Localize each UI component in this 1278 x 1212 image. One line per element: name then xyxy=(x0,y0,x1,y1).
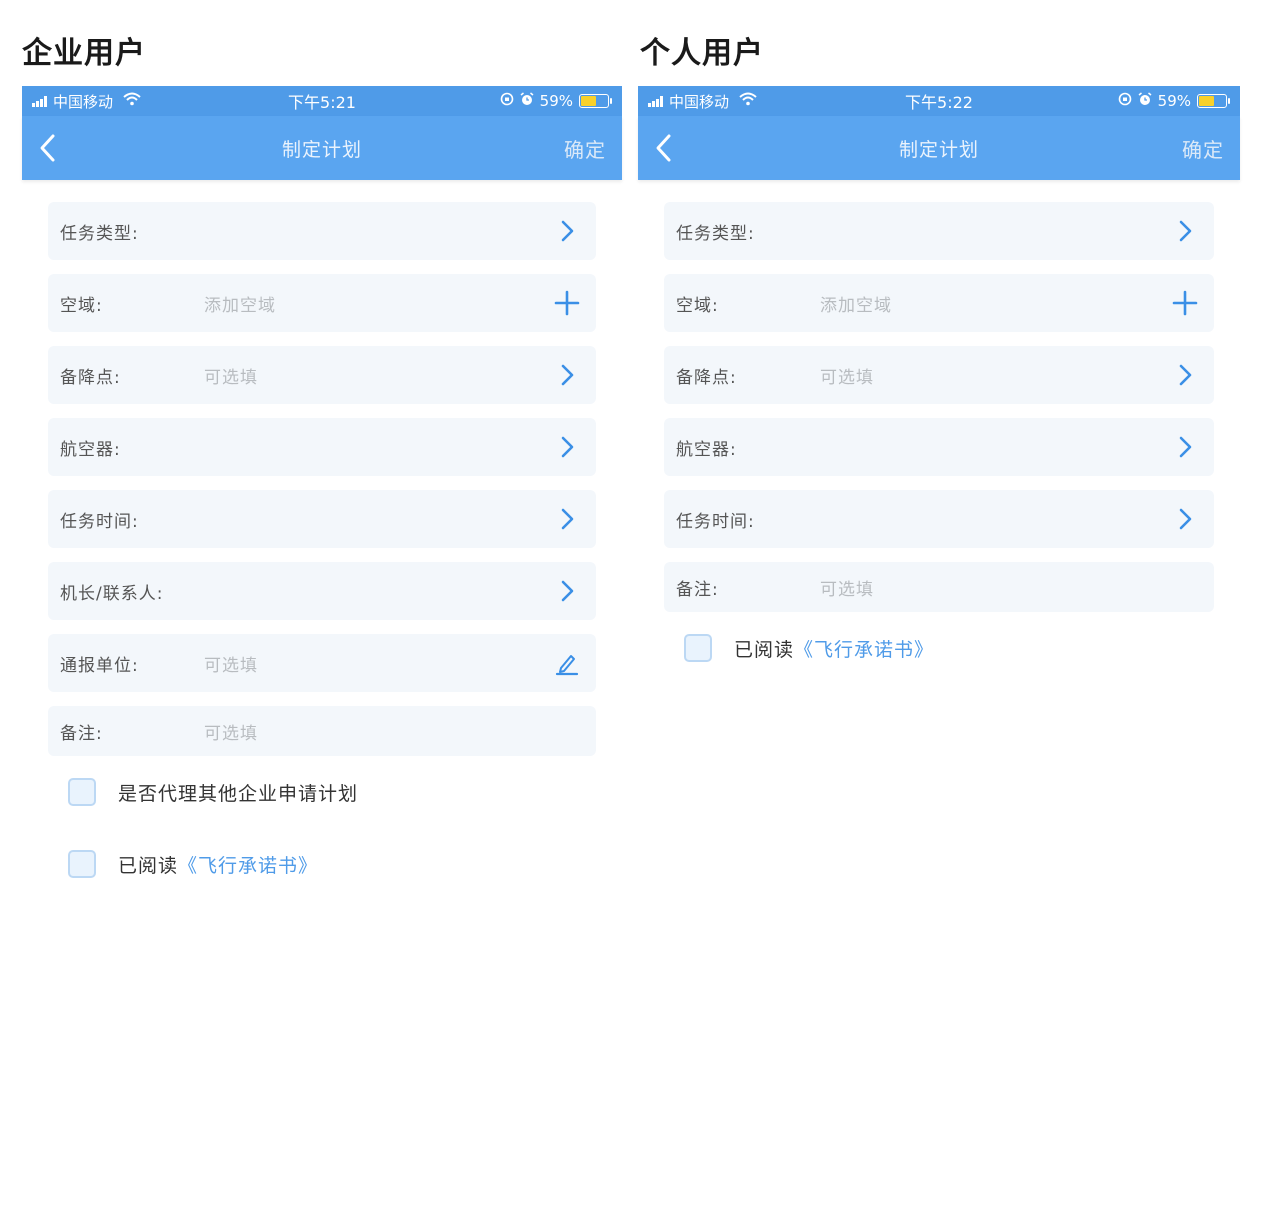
phone-screen-enterprise: 中国移动 下午5:21 59% 制定计划 确定 任务类型: 空域: 添加空域 备降点: 可选填 航空… xyxy=(22,86,622,914)
form-row-label: 任务时间: xyxy=(676,511,755,532)
form-row-value[interactable]: 可选填 xyxy=(204,719,584,744)
plus-icon[interactable] xyxy=(554,290,580,316)
plan-form: 任务类型: 空域: 添加空域 备降点: 可选填 航空器: 任务时间: 机长/联系人: 通报单位:… xyxy=(22,180,622,886)
orientation-lock-icon xyxy=(500,92,514,110)
form-row-label: 航空器: xyxy=(60,439,121,460)
form-row-label: 备注: xyxy=(60,723,103,744)
form-row-value[interactable]: 可选填 xyxy=(204,363,584,388)
form-row-value[interactable]: 添加空域 xyxy=(204,291,584,316)
checkbox-label: 已阅读 xyxy=(734,638,795,661)
checkbox[interactable] xyxy=(68,850,96,878)
form-row-label: 通报单位: xyxy=(60,655,139,676)
nav-bar: 制定计划 确定 xyxy=(638,116,1240,180)
signal-icon xyxy=(32,95,47,107)
wifi-icon xyxy=(123,92,141,110)
checkbox-row: 是否代理其他企业申请计划 xyxy=(48,770,596,814)
chevron-right-icon[interactable] xyxy=(1172,434,1198,460)
form-row[interactable]: 备降点: 可选填 xyxy=(48,346,596,404)
checkbox[interactable] xyxy=(684,634,712,662)
battery-percent: 59% xyxy=(1157,92,1191,110)
chevron-right-icon[interactable] xyxy=(554,362,580,388)
orientation-lock-icon xyxy=(1118,92,1132,110)
form-row-label: 空域: xyxy=(60,295,103,316)
checkbox-row: 已阅读 《飞行承诺书》 xyxy=(664,626,1214,670)
plus-icon[interactable] xyxy=(1172,290,1198,316)
alarm-icon xyxy=(1138,92,1152,110)
form-row-label: 空域: xyxy=(676,295,719,316)
chevron-right-icon[interactable] xyxy=(554,434,580,460)
form-row[interactable]: 航空器: xyxy=(664,418,1214,476)
form-row[interactable]: 备注: 可选填 xyxy=(664,562,1214,612)
form-row[interactable]: 任务时间: xyxy=(48,490,596,548)
carrier-label: 中国移动 xyxy=(669,92,730,111)
form-row-value[interactable]: 添加空域 xyxy=(820,291,1202,316)
form-row[interactable]: 任务时间: xyxy=(664,490,1214,548)
form-row-value[interactable]: 可选填 xyxy=(820,363,1202,388)
form-row[interactable]: 机长/联系人: xyxy=(48,562,596,620)
edit-icon[interactable] xyxy=(554,650,580,676)
chevron-right-icon[interactable] xyxy=(1172,506,1198,532)
form-row-label: 备降点: xyxy=(60,367,121,388)
back-button[interactable] xyxy=(36,132,60,164)
confirm-button[interactable]: 确定 xyxy=(1182,134,1224,163)
form-row[interactable]: 任务类型: xyxy=(48,202,596,260)
agreement-link[interactable]: 《飞行承诺书》 xyxy=(178,851,318,878)
section-title-personal: 个人用户 xyxy=(640,36,764,71)
plan-form: 任务类型: 空域: 添加空域 备降点: 可选填 航空器: 任务时间: 备注: 可选填 已阅读 《飞行… xyxy=(638,180,1240,670)
form-row-value[interactable]: 可选填 xyxy=(204,651,584,676)
chevron-left-icon xyxy=(656,134,671,162)
form-row-value[interactable]: 可选填 xyxy=(820,575,1202,600)
phone-screen-personal: 中国移动 下午5:22 59% 制定计划 确定 任务类型: 空域: 添加空域 备降点: 可选填 航空… xyxy=(638,86,1240,698)
nav-bar: 制定计划 确定 xyxy=(22,116,622,180)
form-row[interactable]: 空域: 添加空域 xyxy=(48,274,596,332)
chevron-right-icon[interactable] xyxy=(554,578,580,604)
form-row[interactable]: 备注: 可选填 xyxy=(48,706,596,756)
chevron-left-icon xyxy=(40,134,55,162)
form-row-label: 任务类型: xyxy=(676,223,755,244)
status-bar: 中国移动 下午5:21 59% xyxy=(22,86,622,116)
chevron-right-icon[interactable] xyxy=(1172,362,1198,388)
form-row-label: 机长/联系人: xyxy=(60,583,164,604)
battery-icon xyxy=(579,94,612,108)
signal-icon xyxy=(648,95,663,107)
carrier-label: 中国移动 xyxy=(53,92,114,111)
form-row-label: 备降点: xyxy=(676,367,737,388)
page-title: 制定计划 xyxy=(281,138,362,161)
form-row[interactable]: 任务类型: xyxy=(664,202,1214,260)
alarm-icon xyxy=(520,92,534,110)
form-row-label: 备注: xyxy=(676,579,719,600)
back-button[interactable] xyxy=(652,132,676,164)
checkbox-label: 是否代理其他企业申请计划 xyxy=(118,782,359,805)
chevron-right-icon[interactable] xyxy=(554,506,580,532)
checkbox-row: 已阅读 《飞行承诺书》 xyxy=(48,842,596,886)
form-row[interactable]: 航空器: xyxy=(48,418,596,476)
status-bar: 中国移动 下午5:22 59% xyxy=(638,86,1240,116)
form-row[interactable]: 通报单位: 可选填 xyxy=(48,634,596,692)
form-row-label: 航空器: xyxy=(676,439,737,460)
chevron-right-icon[interactable] xyxy=(554,218,580,244)
battery-percent: 59% xyxy=(539,92,573,110)
form-row[interactable]: 空域: 添加空域 xyxy=(664,274,1214,332)
checkbox-label: 已阅读 xyxy=(118,854,179,877)
checkbox[interactable] xyxy=(68,778,96,806)
agreement-link[interactable]: 《飞行承诺书》 xyxy=(794,635,934,662)
form-row-label: 任务时间: xyxy=(60,511,139,532)
chevron-right-icon[interactable] xyxy=(1172,218,1198,244)
page-title: 制定计划 xyxy=(898,138,979,161)
form-row-label: 任务类型: xyxy=(60,223,139,244)
section-title-enterprise: 企业用户 xyxy=(22,36,146,71)
form-row[interactable]: 备降点: 可选填 xyxy=(664,346,1214,404)
battery-icon xyxy=(1197,94,1230,108)
wifi-icon xyxy=(739,92,757,110)
confirm-button[interactable]: 确定 xyxy=(564,134,606,163)
